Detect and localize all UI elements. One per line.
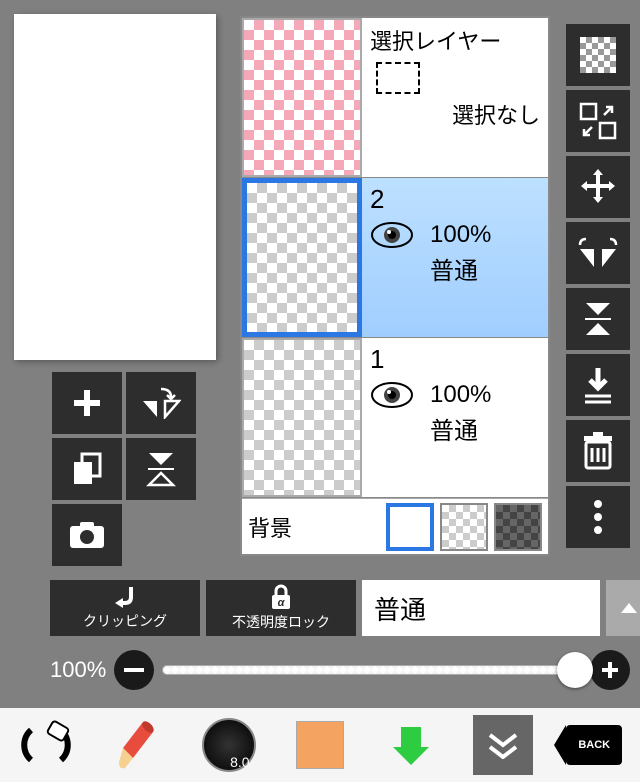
blend-mode-dropdown[interactable]: 普通 [362,580,600,636]
duplicate-layer-button[interactable] [52,438,122,500]
brush-size-value: 8.0 [230,754,249,770]
opacity-slider[interactable] [162,665,582,675]
eraser-tool[interactable] [16,715,76,775]
brush-circle-icon: 8.0 [202,718,256,772]
triangle-up-icon [619,601,639,615]
current-color-icon [296,721,344,769]
layer-panel: 選択レイヤー 選択なし 2 100% 普通 1 100% 普通 背景 [240,16,550,556]
flip-v-button[interactable] [566,288,630,350]
clipping-icon [111,585,139,609]
selection-marquee-icon [376,62,420,94]
layer-action-group [52,372,196,566]
bg-checker-swatch[interactable] [440,503,488,551]
layer-name: 1 [370,344,540,375]
lock-icon: α [270,584,292,610]
opacity-percent: 100% [50,657,106,683]
chevron-double-down-icon [486,731,520,759]
delete-layer-button[interactable] [566,420,630,482]
visibility-icon[interactable] [370,381,414,409]
clear-layer-button[interactable] [566,24,630,86]
merge-down-button[interactable] [566,354,630,416]
collapse-panel-button[interactable] [473,715,533,775]
flip-h-button[interactable] [566,222,630,284]
layer-row-2[interactable]: 2 100% 普通 [242,178,548,338]
clipping-label: クリッピング [83,611,167,631]
bg-dark-swatch[interactable] [494,503,542,551]
visibility-icon[interactable] [370,221,414,249]
layer-thumb [242,338,362,497]
layer-opacity: 100% [430,381,491,409]
back-button[interactable]: BACK [564,715,624,775]
selection-status: 選択なし [370,98,540,130]
layer-row-1[interactable]: 1 100% 普通 [242,338,548,498]
layer-options-row: クリッピング α 不透明度ロック 普通 [50,580,640,636]
bg-white-swatch[interactable] [386,503,434,551]
flip-horizontal-button[interactable] [126,372,196,434]
layer-name: 2 [370,184,540,215]
layer-blend: 普通 [430,251,540,286]
brush-preview[interactable]: 8.0 [199,715,259,775]
more-options-button[interactable] [566,486,630,548]
selection-layer-row[interactable]: 選択レイヤー 選択なし [242,18,548,178]
opacity-slider-row: 100% [50,650,630,690]
bottom-toolbar: 8.0 BACK [0,708,640,782]
blend-mode-value: 普通 [374,590,426,627]
selection-layer-thumb [242,18,362,177]
back-label: BACK [578,739,610,751]
download-button[interactable] [381,715,441,775]
right-tool-column [566,24,630,548]
opacity-decrease-button[interactable] [114,650,154,690]
blend-mode-arrow[interactable] [606,580,640,636]
layer-blend: 普通 [430,411,540,446]
layer-thumb [242,178,362,337]
clipping-button[interactable]: クリッピング [50,580,200,636]
slider-thumb[interactable] [557,652,593,688]
alpha-lock-label: 不透明度ロック [232,612,330,632]
canvas[interactable] [14,14,216,360]
selection-layer-title: 選択レイヤー [370,24,540,56]
transform-button[interactable] [566,90,630,152]
brush-tool[interactable] [107,715,167,775]
camera-import-button[interactable] [52,504,122,566]
flip-vertical-button[interactable] [126,438,196,500]
background-label: 背景 [248,511,380,543]
background-row: 背景 [242,498,548,554]
layer-opacity: 100% [430,221,491,249]
add-layer-button[interactable] [52,372,122,434]
color-swatch[interactable] [290,715,350,775]
svg-text:α: α [278,597,286,609]
checker-icon [580,37,616,73]
opacity-increase-button[interactable] [590,650,630,690]
alpha-lock-button[interactable]: α 不透明度ロック [206,580,356,636]
move-button[interactable] [566,156,630,218]
